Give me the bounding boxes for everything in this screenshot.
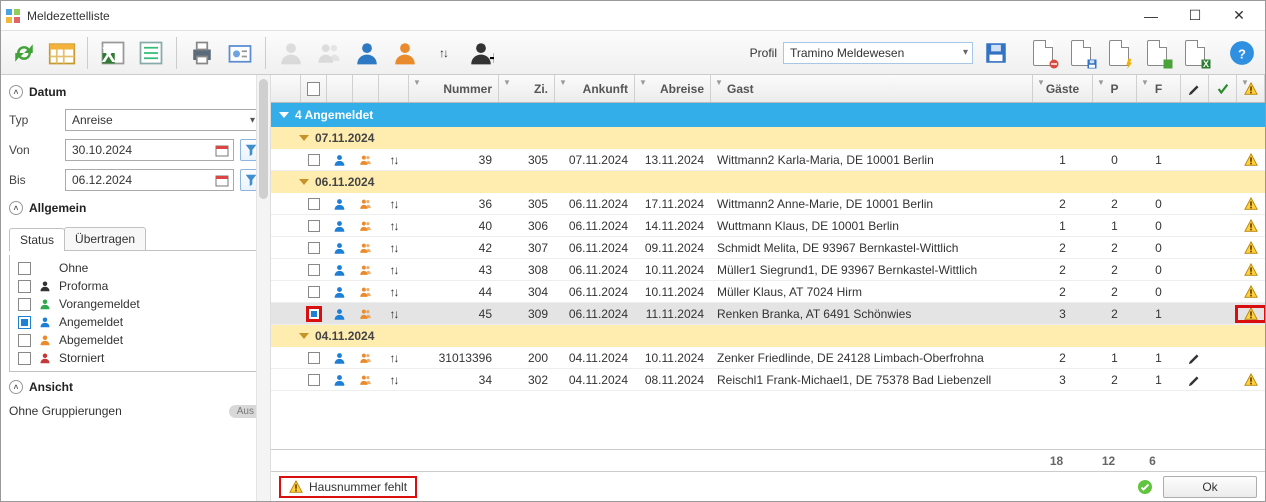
status-row[interactable]: Vorangemeldet <box>18 297 253 311</box>
sort-arrows-button[interactable]: ↑↓ <box>426 36 460 70</box>
von-label: Von <box>9 143 59 157</box>
col-check[interactable] <box>1209 75 1237 102</box>
badge-button[interactable] <box>223 36 257 70</box>
table-row[interactable]: ↑↓ 36 305 06.11.2024 17.11.2024 Wittmann… <box>271 193 1265 215</box>
table-row[interactable]: ↑↓ 44 304 06.11.2024 10.11.2024 Müller K… <box>271 281 1265 303</box>
col-gaeste[interactable]: ▼Gäste <box>1033 75 1093 102</box>
group-date[interactable]: 07.11.2024 <box>271 127 1265 149</box>
table-row[interactable]: ↑↓ 43 308 06.11.2024 10.11.2024 Müller1 … <box>271 259 1265 281</box>
status-row[interactable]: Abgemeldet <box>18 333 253 347</box>
ok-button[interactable]: Ok <box>1163 476 1257 498</box>
col-checkbox[interactable] <box>301 75 327 102</box>
status-row[interactable]: Ohne <box>18 261 253 275</box>
col-gast[interactable]: ▼Gast <box>711 75 1033 102</box>
app-icon <box>5 8 21 24</box>
svg-text:X: X <box>1203 59 1209 69</box>
section-allgemein[interactable]: ˄Allgemein <box>9 197 262 219</box>
doc-remove-button[interactable] <box>1027 36 1061 70</box>
col-warn[interactable]: ▼ <box>1237 75 1265 102</box>
profile-save-button[interactable] <box>979 36 1013 70</box>
calendar-grid-button[interactable] <box>45 36 79 70</box>
section-ansicht[interactable]: ˄Ansicht <box>9 376 262 398</box>
export-excel-button[interactable]: X <box>96 36 130 70</box>
section-datum[interactable]: ˄Datum <box>9 81 262 103</box>
col-ankunft[interactable]: ▼Ankunft <box>555 75 635 102</box>
col-nummer[interactable]: ▼Nummer <box>409 75 499 102</box>
minimize-button[interactable]: — <box>1129 2 1173 30</box>
col-zi[interactable]: ▼Zi. <box>499 75 555 102</box>
status-bar: Hausnummer fehlt Ok <box>271 471 1265 501</box>
status-row[interactable]: Storniert <box>18 351 253 365</box>
grid-header: ▼Nummer ▼Zi. ▼Ankunft ▼Abreise ▼Gast ▼Gä… <box>271 75 1265 103</box>
grouping-label: Ohne Gruppierungen <box>9 404 122 418</box>
refresh-button[interactable] <box>7 36 41 70</box>
table-row[interactable]: ↑↓ 34 302 04.11.2024 08.11.2024 Reischl1… <box>271 369 1265 391</box>
svg-text:X: X <box>102 43 116 66</box>
svg-text:+: + <box>489 47 494 66</box>
person-blue-button[interactable] <box>350 36 384 70</box>
col-f[interactable]: ▼F <box>1137 75 1181 102</box>
list-settings-button[interactable] <box>134 36 168 70</box>
add-person-button[interactable]: + <box>464 36 498 70</box>
grid-footer: 18 12 6 <box>271 449 1265 471</box>
sidebar: ˄Datum Typ Anreise Von 30.10.2024 Bis 06… <box>1 75 271 501</box>
maximize-button[interactable]: ☐ <box>1173 2 1217 30</box>
sidebar-scrollbar[interactable] <box>256 75 270 501</box>
close-button[interactable]: ✕ <box>1217 2 1261 30</box>
col-abreise[interactable]: ▼Abreise <box>635 75 711 102</box>
person-orange-button[interactable] <box>388 36 422 70</box>
ok-icon <box>1137 479 1153 495</box>
doc-ok-button[interactable] <box>1141 36 1175 70</box>
status-row[interactable]: Angemeldet <box>18 315 253 329</box>
table-row[interactable]: ↑↓ 45 309 06.11.2024 11.11.2024 Renken B… <box>271 303 1265 325</box>
tab-status[interactable]: Status <box>9 228 65 251</box>
window-title: Meldezettelliste <box>27 9 1129 23</box>
warning-icon <box>289 480 303 494</box>
col-edit[interactable] <box>1181 75 1209 102</box>
bis-label: Bis <box>9 173 59 187</box>
typ-select[interactable]: Anreise <box>65 109 262 131</box>
print-button[interactable] <box>185 36 219 70</box>
doc-excel-button[interactable]: X <box>1179 36 1213 70</box>
toolbar: X ↑↓ + Profil Tramino Meldewesen X <box>1 31 1265 75</box>
status-message: Hausnummer fehlt <box>279 476 417 498</box>
group-date[interactable]: 06.11.2024 <box>271 171 1265 193</box>
status-row[interactable]: Proforma <box>18 279 253 293</box>
grid: ▼Nummer ▼Zi. ▼Ankunft ▼Abreise ▼Gast ▼Gä… <box>271 75 1265 501</box>
table-row[interactable]: ↑↓ 40 306 06.11.2024 14.11.2024 Wuttmann… <box>271 215 1265 237</box>
table-row[interactable]: ↑↓ 42 307 06.11.2024 09.11.2024 Schmidt … <box>271 237 1265 259</box>
col-p[interactable]: ▼P <box>1093 75 1137 102</box>
title-bar: Meldezettelliste — ☐ ✕ <box>1 1 1265 31</box>
bis-input[interactable]: 06.12.2024 <box>65 169 234 191</box>
profile-combo[interactable]: Tramino Meldewesen <box>783 42 973 64</box>
von-input[interactable]: 30.10.2024 <box>65 139 234 161</box>
people-grey-button[interactable] <box>312 36 346 70</box>
table-row[interactable]: ↑↓ 31013396 200 04.11.2024 10.11.2024 Ze… <box>271 347 1265 369</box>
table-row[interactable]: ↑↓ 39 305 07.11.2024 13.11.2024 Wittmann… <box>271 149 1265 171</box>
profile-label: Profil <box>750 46 777 60</box>
doc-flash-button[interactable] <box>1103 36 1137 70</box>
group-top[interactable]: 4 Angemeldet <box>271 103 1265 127</box>
doc-save-button[interactable] <box>1065 36 1099 70</box>
group-date[interactable]: 04.11.2024 <box>271 325 1265 347</box>
help-button[interactable] <box>1225 36 1259 70</box>
typ-label: Typ <box>9 113 59 127</box>
person-grey-button[interactable] <box>274 36 308 70</box>
tab-uebertragen[interactable]: Übertragen <box>64 227 146 250</box>
